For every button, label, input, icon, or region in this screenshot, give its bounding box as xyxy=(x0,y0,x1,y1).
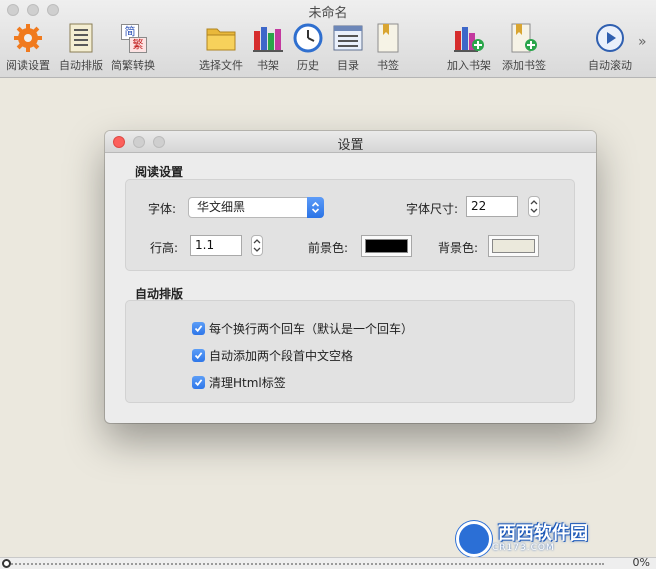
toolbar-reading-settings-button[interactable]: 阅读设置 xyxy=(0,22,56,73)
option-label: 清理Html标签 xyxy=(209,376,286,390)
foreground-color-label: 前景色: xyxy=(308,241,349,255)
font-size-input[interactable]: 22 xyxy=(466,196,518,217)
option-indent-paragraph[interactable]: 自动添加两个段首中文空格 xyxy=(192,347,353,364)
font-select[interactable]: 华文细黑 xyxy=(188,197,324,218)
gear-icon xyxy=(12,22,44,54)
dialog-title: 设置 xyxy=(337,138,364,153)
toolbar-label: 添加书签 xyxy=(502,59,546,72)
checkmark-icon xyxy=(194,352,203,360)
dialog-titlebar: 设置 xyxy=(105,131,596,153)
add-bookshelf-icon xyxy=(453,22,485,54)
updown-chevron-icon xyxy=(307,197,324,218)
play-circle-icon xyxy=(594,22,626,54)
simplified-traditional-icon: 简 繁 xyxy=(117,22,149,54)
background-color-well[interactable] xyxy=(488,235,539,257)
foreground-color-well[interactable] xyxy=(361,235,412,257)
toolbar-auto-scroll-button[interactable]: 自动滚动 xyxy=(582,22,638,73)
option-strip-html[interactable]: 清理Html标签 xyxy=(192,374,286,391)
add-bookmark-icon xyxy=(508,22,540,54)
toolbar-auto-layout-button[interactable]: 自动排版 xyxy=(53,22,109,73)
toolbar-label: 自动排版 xyxy=(59,59,103,72)
option-double-newline[interactable]: 每个换行两个回车（默认是一个回车） xyxy=(192,320,413,337)
option-label: 每个换行两个回车（默认是一个回车） xyxy=(209,322,414,336)
watermark-text: 西西软件园 CR173.COM xyxy=(492,523,588,554)
toolbar-add-bookmark-button[interactable]: 添加书签 xyxy=(496,22,552,73)
line-height-label: 行高: xyxy=(150,241,179,255)
checkbox-checked[interactable] xyxy=(192,322,205,335)
checkmark-icon xyxy=(194,325,203,333)
checkmark-icon xyxy=(194,379,203,387)
auto-layout-group: 每个换行两个回车（默认是一个回车） 自动添加两个段首中文空格 清理Html标签 xyxy=(125,300,575,403)
traditional-glyph: 繁 xyxy=(129,37,147,53)
settings-dialog: 设置 阅读设置 字体: 华文细黑 字体尺寸: 22 行高: 1.1 前景色: 背… xyxy=(105,131,596,423)
toolbar-add-to-shelf-button[interactable]: 加入书架 xyxy=(441,22,497,73)
checkbox-checked[interactable] xyxy=(192,376,205,389)
background-color-label: 背景色: xyxy=(438,241,479,255)
line-height-input[interactable]: 1.1 xyxy=(190,235,242,256)
status-bar: 0% xyxy=(0,556,656,569)
window-title: 未命名 xyxy=(308,6,348,21)
folder-icon xyxy=(205,22,237,54)
reading-progress-track[interactable] xyxy=(4,563,604,565)
toolbar-label: 书签 xyxy=(377,59,399,72)
toolbar-label: 自动滚动 xyxy=(588,59,632,72)
brand-logo-icon xyxy=(456,521,492,557)
checkbox-checked[interactable] xyxy=(192,349,205,362)
toolbar-label: 历史 xyxy=(297,59,319,72)
font-label: 字体: xyxy=(148,202,177,216)
option-label: 自动添加两个段首中文空格 xyxy=(209,349,354,363)
window-toolbar: 未命名 阅读设置 自动排版 简 繁 简繁转换 选择文件 书架 历史 目录 书签 … xyxy=(0,0,656,78)
watermark-url: CR173.COM xyxy=(492,543,555,553)
toolbar-label: 加入书架 xyxy=(447,59,491,72)
toolbar-convert-button[interactable]: 简 繁 简繁转换 xyxy=(105,22,161,73)
font-select-value: 华文细黑 xyxy=(197,200,246,214)
reading-settings-heading: 阅读设置 xyxy=(135,165,184,179)
watermark-logo: 西西软件园 CR173.COM xyxy=(456,521,636,557)
toolbar-overflow-button[interactable]: » xyxy=(638,34,647,50)
document-lines-icon xyxy=(65,22,97,54)
background-color-swatch xyxy=(492,239,535,253)
font-size-label: 字体尺寸: xyxy=(406,202,459,216)
line-height-stepper[interactable] xyxy=(251,235,263,256)
foreground-color-swatch xyxy=(365,239,408,253)
toolbar-label: 简繁转换 xyxy=(111,59,155,72)
bookmark-icon xyxy=(372,22,404,54)
reading-settings-group: 字体: 华文细黑 字体尺寸: 22 行高: 1.1 前景色: 背景色: xyxy=(125,179,575,271)
toolbar-label: 目录 xyxy=(337,59,359,72)
progress-slider-knob[interactable] xyxy=(2,559,11,568)
toolbar-label: 书架 xyxy=(257,59,279,72)
watermark-brand: 西西软件园 xyxy=(498,523,588,544)
progress-percent: 0% xyxy=(632,556,650,569)
font-size-stepper[interactable] xyxy=(528,196,540,217)
toolbar-bookmarks-button[interactable]: 书签 xyxy=(360,22,416,73)
toolbar-label: 选择文件 xyxy=(199,59,243,72)
toolbar-label: 阅读设置 xyxy=(6,59,50,72)
